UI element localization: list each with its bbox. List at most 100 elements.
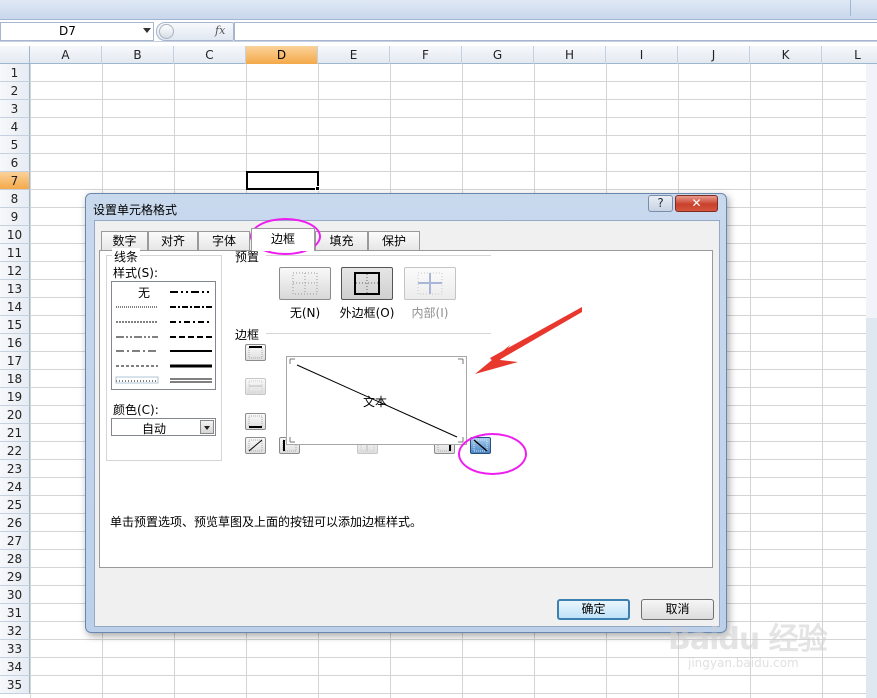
ok-button[interactable]: 确定 [557, 599, 630, 620]
preset-outline-button[interactable] [341, 267, 393, 300]
row-header[interactable]: 33 [0, 640, 30, 658]
row-header[interactable]: 35 [0, 676, 30, 694]
color-value: 自动 [142, 422, 167, 436]
formula-input[interactable] [234, 22, 877, 41]
select-all-corner[interactable] [0, 46, 30, 64]
column-header[interactable]: B [102, 46, 174, 64]
row-header[interactable]: 23 [0, 460, 30, 478]
row-header[interactable]: 18 [0, 370, 30, 388]
row-header[interactable]: 34 [0, 658, 30, 676]
name-box-dropdown-icon[interactable] [143, 28, 151, 33]
color-label: 颜色(C): [113, 403, 159, 417]
column-header[interactable]: J [678, 46, 750, 64]
style-label: 样式(S): [113, 266, 159, 280]
tab-border[interactable]: 边框 [251, 228, 315, 251]
dialog-title: 设置单元格格式 [93, 203, 178, 217]
column-header[interactable]: H [534, 46, 606, 64]
row-header[interactable]: 25 [0, 496, 30, 514]
tab-fill[interactable]: 填充 [315, 231, 368, 250]
row-header[interactable]: 19 [0, 388, 30, 406]
column-header[interactable]: E [318, 46, 390, 64]
column-header[interactable]: K [750, 46, 822, 64]
column-header[interactable]: I [606, 46, 678, 64]
border-preview[interactable]: 文本 [286, 356, 467, 445]
row-header[interactable]: 28 [0, 550, 30, 568]
watermark-url: jingyan.baidu.com [688, 656, 799, 670]
border-diagonal-up-button[interactable] [245, 437, 266, 454]
help-button[interactable]: ? [648, 195, 673, 212]
row-header[interactable]: 32 [0, 622, 30, 640]
fill-handle[interactable] [315, 186, 320, 191]
preview-text: 文本 [363, 395, 388, 409]
border-inside-horizontal-icon [248, 380, 263, 393]
line-style-samples[interactable] [112, 282, 215, 389]
scrollbar-thumb[interactable] [866, 318, 877, 698]
border-inside-horizontal-button[interactable] [245, 378, 266, 395]
row-header[interactable]: 24 [0, 478, 30, 496]
row-header[interactable]: 2 [0, 82, 30, 100]
chevron-down-icon[interactable] [200, 420, 214, 434]
column-header[interactable]: C [174, 46, 246, 64]
tab-alignment[interactable]: 对齐 [148, 231, 198, 250]
row-header[interactable]: 5 [0, 136, 30, 154]
formula-bar: D7 fx [0, 20, 877, 42]
insert-function-button[interactable]: fx [215, 24, 225, 37]
row-header[interactable]: 29 [0, 568, 30, 586]
row-header[interactable]: 20 [0, 406, 30, 424]
row-header[interactable]: 30 [0, 586, 30, 604]
row-header[interactable]: 26 [0, 514, 30, 532]
row-header[interactable]: 12 [0, 262, 30, 280]
row-header[interactable]: 4 [0, 118, 30, 136]
row-header[interactable]: 21 [0, 424, 30, 442]
row-header[interactable]: 16 [0, 334, 30, 352]
row-header[interactable]: 3 [0, 100, 30, 118]
preset-outline-label: 外边框(O) [339, 306, 395, 320]
border-label: 边框 [235, 328, 260, 342]
row-header[interactable]: 8 [0, 190, 30, 208]
row-header[interactable]: 7 [0, 172, 30, 190]
row-header[interactable]: 17 [0, 352, 30, 370]
border-top-icon [248, 346, 263, 359]
column-header[interactable]: D [246, 46, 318, 64]
preset-inside-button[interactable] [404, 267, 456, 300]
row-header[interactable]: 1 [0, 64, 30, 82]
row-header[interactable]: 31 [0, 604, 30, 622]
color-dropdown[interactable]: 自动 [111, 418, 216, 436]
border-top-button[interactable] [245, 344, 266, 361]
line-group-label: 线条 [112, 248, 141, 265]
column-header[interactable]: A [30, 46, 102, 64]
column-header[interactable]: G [462, 46, 534, 64]
row-header[interactable]: 10 [0, 226, 30, 244]
border-divider [266, 333, 491, 334]
column-header[interactable]: L [822, 46, 877, 64]
close-button[interactable]: ✕ [675, 195, 718, 212]
border-bottom-icon [248, 415, 263, 428]
highlight-ellipse-diagonal-button [458, 433, 527, 475]
row-header[interactable]: 27 [0, 532, 30, 550]
ribbon-bottom-edge [0, 0, 877, 20]
row-header[interactable]: 9 [0, 208, 30, 226]
name-box[interactable]: D7 [0, 22, 154, 41]
row-header[interactable]: 14 [0, 298, 30, 316]
vertical-scrollbar[interactable] [866, 64, 877, 698]
row-header[interactable]: 11 [0, 244, 30, 262]
line-style-list[interactable]: 无 [111, 281, 216, 390]
preset-outline-icon [354, 272, 380, 295]
active-cell[interactable] [246, 171, 319, 190]
preset-none-icon [292, 272, 318, 295]
row-header[interactable]: 6 [0, 154, 30, 172]
preset-none-label: 无(N) [289, 306, 321, 320]
formula-bar-expand-icon[interactable] [159, 24, 174, 39]
watermark-logo: Baidu 经验 [668, 622, 828, 657]
preset-none-button[interactable] [279, 267, 331, 300]
presets-divider [266, 255, 491, 256]
row-header[interactable]: 13 [0, 280, 30, 298]
border-tab-panel: 线条 样式(S): 无 颜色(C): 自动 预置 无(N) 外边框(O) 内部(… [99, 248, 713, 568]
row-header[interactable]: 15 [0, 316, 30, 334]
row-header[interactable]: 22 [0, 442, 30, 460]
tab-protection[interactable]: 保护 [368, 231, 420, 250]
column-header[interactable]: F [390, 46, 462, 64]
preset-inside-icon [417, 272, 443, 295]
hint-text: 单击预置选项、预览草图及上面的按钮可以添加边框样式。 [110, 515, 423, 529]
border-bottom-button[interactable] [245, 413, 266, 430]
